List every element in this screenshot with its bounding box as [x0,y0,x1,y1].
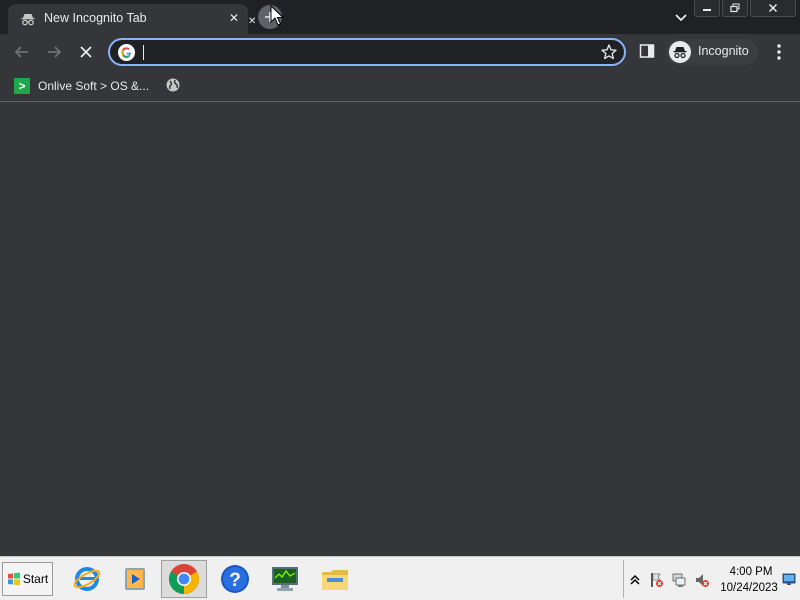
restore-icon [730,3,740,13]
tab-new-incognito[interactable]: New Incognito Tab ✕ ✕ [8,4,256,34]
volume-muted-icon[interactable] [694,572,710,588]
show-hidden-icons-icon[interactable] [627,572,643,588]
star-icon[interactable] [600,43,618,61]
side-panel-icon[interactable] [639,43,655,59]
system-tray: 4:00 PM 10/24/2023 [623,560,799,598]
mouse-cursor-icon [270,5,284,26]
incognito-label: Incognito [698,44,749,58]
start-label: Start [22,572,49,586]
taskbar-internet-explorer[interactable] [64,560,110,598]
minimize-button[interactable] [694,0,720,17]
windows-logo-icon [7,572,20,586]
svg-text:?: ? [229,570,241,591]
close-window-button[interactable] [750,0,796,17]
action-center-icon[interactable] [648,572,664,588]
omnibox-input[interactable] [146,42,586,62]
media-player-icon [125,568,145,590]
internet-explorer-icon [73,567,101,591]
back-button[interactable] [10,40,34,64]
close-icon [768,3,778,13]
incognito-profile-button[interactable]: Incognito [666,39,758,65]
tab-close-button[interactable]: ✕ [226,10,242,26]
show-desktop-icon[interactable] [782,572,796,586]
help-icon: ? [221,565,249,593]
file-explorer-icon [322,570,348,590]
forward-button[interactable] [42,40,66,64]
tab-close-icon[interactable]: ✕ [248,14,258,30]
three-dots-icon[interactable] [770,41,788,63]
chrome-icon [168,564,200,595]
browser-toolbar: Incognito [0,34,800,70]
system-monitor-icon [272,567,298,591]
window-controls [692,0,796,18]
page-content [0,103,800,556]
taskbar-chrome[interactable] [161,560,207,598]
arrow-right-icon [48,46,62,58]
taskbar: Start ? 4:00 PM 10/24/2023 [0,556,800,600]
arrow-left-icon [14,46,28,58]
chevron-down-icon[interactable] [672,8,690,26]
start-button[interactable]: Start [2,562,53,596]
taskbar-media-player[interactable] [112,560,158,598]
incognito-icon [20,11,36,27]
stop-loading-button[interactable] [74,40,98,64]
tab-strip: New Incognito Tab ✕ ✕ [0,0,800,34]
network-icon[interactable] [671,572,687,588]
minimize-icon [703,9,711,11]
clock-date[interactable]: 10/24/2023 [717,582,781,594]
text-caret [143,45,144,60]
restore-button[interactable] [722,0,748,17]
stop-loading-icon [80,46,92,58]
taskbar-help[interactable]: ? [212,560,258,598]
bookmarks-bar: > Onlive Soft > OS &... [0,70,800,102]
onlive-soft-icon: > [14,78,30,94]
tab-title: New Incognito Tab [44,11,147,25]
bookmark-label: Onlive Soft > OS &... [38,79,150,93]
incognito-avatar-icon [669,41,691,63]
globe-icon[interactable] [165,77,181,93]
google-icon [118,44,135,61]
clock-time[interactable]: 4:00 PM [723,566,779,578]
taskbar-file-explorer[interactable] [312,560,358,598]
address-bar[interactable] [108,38,626,66]
bookmark-onlive-soft[interactable]: > Onlive Soft > OS &... [10,76,149,96]
taskbar-system-monitor[interactable] [262,560,308,598]
